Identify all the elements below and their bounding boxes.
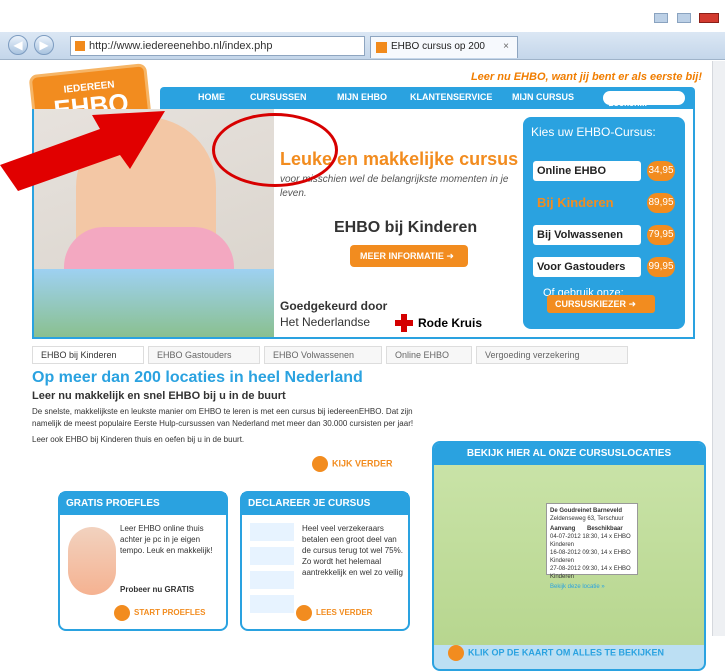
insurer-logo-3 xyxy=(250,571,294,589)
browser-toolbar: ◀ ▶ http://www.iedereenehbo.nl/index.php… xyxy=(0,13,725,72)
vertical-scrollbar[interactable] xyxy=(712,61,725,636)
locations-title: Op meer dan 200 locaties in heel Nederla… xyxy=(32,369,363,386)
approved-line1: Goedgekeurd door xyxy=(280,299,388,313)
tab-ehbo-bij-kinderen[interactable]: EHBO bij Kinderen xyxy=(32,346,144,364)
course-panel: Kies uw EHBO-Cursus: Online EHBO 34,95 B… xyxy=(523,117,685,329)
url-text: http://www.iedereenehbo.nl/index.php xyxy=(89,40,273,52)
search-placeholder: zoeken... xyxy=(609,98,648,108)
course-title: EHBO bij Kinderen xyxy=(334,219,478,236)
menu-cursussen[interactable]: CURSUSSEN xyxy=(250,92,307,102)
start-free-lesson-label: START PROEFLES xyxy=(134,608,206,618)
red-cross-text: Rode Kruis xyxy=(418,316,483,330)
toys-illustration xyxy=(34,269,274,337)
main-menu: HOME CURSUSSEN MIJN EHBO KLANTENSERVICE … xyxy=(160,87,695,109)
more-info-label: MEER INFORMATIE xyxy=(360,251,444,261)
close-window-icon[interactable] xyxy=(699,13,719,23)
course-chooser-label: CURSUSKIEZER xyxy=(555,299,627,309)
locations-body1: De snelste, makkelijkste en leukste mani… xyxy=(32,407,414,428)
claim-course-title: DECLAREER JE CURSUS xyxy=(242,493,408,515)
arrow-circle-icon xyxy=(296,605,312,621)
annotation-circle xyxy=(212,113,338,187)
price-voor-gastouders: 99,95 xyxy=(647,257,675,277)
red-cross-icon xyxy=(395,314,413,332)
course-online-ehbo[interactable]: Online EHBO xyxy=(533,161,641,181)
tab-vergoeding[interactable]: Vergoeding verzekering xyxy=(476,346,628,364)
annotation-arrow xyxy=(0,111,165,191)
map-cta[interactable]: KLIK OP DE KAART OM ALLES TE BEKIJKEN xyxy=(448,645,664,661)
popup-row-1: 04-07-2012 18:30, 14 x EHBO Kinderen xyxy=(550,534,631,548)
look-more-label: KIJK VERDER xyxy=(332,458,393,469)
free-lesson-card: GRATIS PROEFLES Leer EHBO online thuis a… xyxy=(58,491,228,631)
free-lesson-title: GRATIS PROEFLES xyxy=(60,493,226,515)
back-button[interactable]: ◀ xyxy=(8,35,28,55)
insurer-logo-2 xyxy=(250,547,294,565)
insurer-logos xyxy=(250,523,294,613)
free-lesson-bold: Probeer nu GRATIS xyxy=(120,585,195,594)
map-cta-label: KLIK OP DE KAART OM ALLES TE BEKIJKEN xyxy=(468,647,665,658)
mother-child-photo xyxy=(68,527,116,595)
popup-col-beschikbaar: Beschikbaar xyxy=(587,526,623,532)
arrow-right-icon: ➜ xyxy=(628,299,637,309)
more-info-button[interactable]: MEER INFORMATIE ➜ xyxy=(350,245,468,267)
site-tagline: Leer nu EHBO, want jij bent er als eerst… xyxy=(470,71,702,83)
locations-section: Op meer dan 200 locaties in heel Nederla… xyxy=(32,369,422,446)
claim-course-card: DECLAREER JE CURSUS Heel veel verzekeraa… xyxy=(240,491,410,631)
popup-header: Aanvang Beschikbaar xyxy=(550,525,634,533)
menu-mijn-cursus[interactable]: MIJN CURSUS xyxy=(512,92,574,102)
arrow-circle-icon xyxy=(448,645,464,661)
window-controls xyxy=(648,10,719,28)
tab-ehbo-volwassenen[interactable]: EHBO Volwassenen xyxy=(264,346,382,364)
popup-row-2: 16-08-2012 09:30, 14 x EHBO Kinderen xyxy=(550,550,631,564)
course-bij-kinderen[interactable]: Bij Kinderen xyxy=(533,193,641,213)
locations-body2: Leer ook EHBO bij Kinderen thuis en oefe… xyxy=(32,435,245,444)
maximize-icon[interactable] xyxy=(676,13,691,23)
read-more-label: LEES VERDER xyxy=(316,608,373,618)
site-favicon xyxy=(75,41,85,51)
menu-home[interactable]: HOME xyxy=(198,92,225,102)
course-chooser-button[interactable]: CURSUSKIEZER ➜ xyxy=(547,295,655,313)
menu-mijn-ehbo[interactable]: MIJN EHBO xyxy=(337,92,387,102)
annotation-arrow-shape xyxy=(0,111,165,191)
forward-button[interactable]: ▶ xyxy=(34,35,54,55)
popup-col-aanvang: Aanvang xyxy=(550,526,576,532)
insurer-logo-4 xyxy=(250,595,294,613)
start-free-lesson-button[interactable]: START PROEFLES xyxy=(114,605,205,621)
look-more-link[interactable]: KIJK VERDER xyxy=(312,456,393,472)
panel-title: Kies uw EHBO-Cursus: xyxy=(531,125,656,139)
course-bij-volwassenen[interactable]: Bij Volwassenen xyxy=(533,225,641,245)
popup-address: Zeldenseweg 63, Terschuur xyxy=(550,516,624,522)
price-online-ehbo: 34,95 xyxy=(647,161,675,181)
map-popup: De Goudreinet Barneveld Zeldenseweg 63, … xyxy=(546,503,638,590)
menu-klantenservice[interactable]: KLANTENSERVICE xyxy=(410,92,492,102)
claim-course-text: Heel veel verzekeraars betalen een groot… xyxy=(302,524,403,577)
minimize-icon[interactable] xyxy=(654,13,669,23)
insurer-logo-1 xyxy=(250,523,294,541)
price-bij-kinderen: 89,95 xyxy=(647,193,675,213)
tab-favicon xyxy=(376,42,387,53)
address-bar[interactable]: http://www.iedereenehbo.nl/index.php xyxy=(70,36,365,56)
approved-line2: Het Nederlandse xyxy=(280,315,371,329)
search-input[interactable]: ⌕ zoeken... xyxy=(603,91,685,108)
map-title: BEKIJK HIER AL ONZE CURSUSLOCATIES xyxy=(434,443,704,465)
popup-title: De Goudreinet Barneveld xyxy=(550,508,623,514)
locations-map[interactable]: BEKIJK HIER AL ONZE CURSUSLOCATIES De Go… xyxy=(432,441,706,671)
arrow-circle-icon xyxy=(114,605,130,621)
browser-tab[interactable]: EHBO cursus op 200 plaats... × xyxy=(370,36,518,72)
course-voor-gastouders[interactable]: Voor Gastouders xyxy=(533,257,641,277)
locations-subtitle: Leer nu makkelijk en snel EHBO bij u in … xyxy=(32,390,286,402)
tab-online-ehbo[interactable]: Online EHBO xyxy=(386,346,472,364)
close-tab-icon[interactable]: × xyxy=(503,37,509,57)
free-lesson-text: Leer EHBO online thuis achter je pc in j… xyxy=(120,524,213,555)
tab-ehbo-gastouders[interactable]: EHBO Gastouders xyxy=(148,346,260,364)
price-bij-volwassenen: 79,95 xyxy=(647,225,675,245)
arrow-right-icon: ➜ xyxy=(446,251,454,261)
read-more-button[interactable]: LEES VERDER xyxy=(296,605,372,621)
popup-row-3: 27-08-2012 09:30, 14 x EHBO Kinderen xyxy=(550,566,631,580)
popup-link[interactable]: Bekijk deze locatie » xyxy=(550,583,634,591)
arrow-circle-icon xyxy=(312,456,328,472)
